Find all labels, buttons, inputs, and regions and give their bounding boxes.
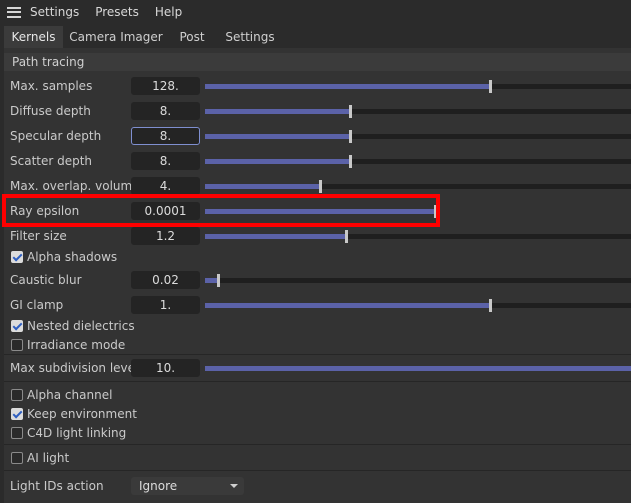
section-header-path-tracing[interactable]: Path tracing: [4, 53, 631, 71]
max-samples-input[interactable]: 128.: [131, 77, 200, 95]
filter-size-input[interactable]: 1.2: [131, 227, 200, 245]
specular-depth-slider-fill: [205, 134, 350, 139]
menu-settings[interactable]: Settings: [30, 5, 79, 19]
c4d-light-linking-checkbox[interactable]: [11, 427, 23, 439]
ai-light-checkbox[interactable]: [11, 452, 23, 464]
tab-kernels[interactable]: Kernels: [4, 26, 63, 48]
param-row-scatter-depth: Scatter depth 8.: [4, 151, 631, 172]
param-row-light-ids-action: Light IDs action Ignore: [4, 476, 631, 497]
diffuse-depth-label: Diffuse depth: [10, 104, 91, 118]
diffuse-depth-slider-fill: [205, 109, 350, 114]
scatter-depth-slider-handle[interactable]: [349, 155, 352, 168]
alpha-shadows-label[interactable]: Alpha shadows: [27, 248, 117, 267]
chevron-down-icon: [230, 484, 238, 488]
light-ids-action-dropdown[interactable]: Ignore: [131, 477, 244, 495]
max-overlap-volumes-slider-handle[interactable]: [319, 180, 322, 193]
alpha-channel-label[interactable]: Alpha channel: [27, 386, 112, 405]
divider: [4, 470, 631, 471]
filter-size-slider-handle[interactable]: [345, 230, 348, 243]
filter-size-slider[interactable]: [205, 230, 631, 243]
max-overlap-volumes-slider[interactable]: [205, 180, 631, 193]
param-row-diffuse-depth: Diffuse depth 8.: [4, 101, 631, 122]
max-overlap-volumes-label: Max. overlap. volumes: [10, 179, 146, 193]
ray-epsilon-slider-handle[interactable]: [434, 205, 437, 218]
diffuse-depth-input[interactable]: 8.: [131, 102, 200, 120]
menu-bar: Settings Presets Help: [0, 0, 631, 24]
ray-epsilon-input[interactable]: 0.0001: [131, 202, 200, 220]
kernels-panel: Path tracing Max. samples 128. Diffuse d…: [4, 48, 631, 503]
keep-environment-label[interactable]: Keep environment: [27, 405, 137, 424]
max-overlap-volumes-slider-fill: [205, 184, 320, 189]
tab-settings[interactable]: Settings: [222, 26, 278, 48]
scatter-depth-slider-fill: [205, 159, 350, 164]
tab-camera-imager[interactable]: Camera Imager: [68, 26, 164, 48]
caustic-blur-label: Caustic blur: [10, 273, 82, 287]
specular-depth-label: Specular depth: [10, 129, 102, 143]
divider: [4, 354, 631, 355]
diffuse-depth-slider-handle[interactable]: [349, 105, 352, 118]
ray-epsilon-slider[interactable]: [205, 205, 437, 218]
keep-environment-checkbox[interactable]: [11, 408, 23, 420]
param-row-specular-depth: Specular depth 8.: [4, 126, 631, 147]
diffuse-depth-slider[interactable]: [205, 105, 631, 118]
gi-clamp-label: GI clamp: [10, 298, 64, 312]
gi-clamp-slider-handle[interactable]: [489, 299, 492, 312]
max-subdivision-level-input[interactable]: 10.: [131, 359, 200, 377]
specular-depth-slider[interactable]: [205, 130, 631, 143]
caustic-blur-slider-handle[interactable]: [217, 274, 220, 287]
tab-post[interactable]: Post: [172, 26, 212, 48]
light-ids-action-label: Light IDs action: [10, 479, 104, 493]
filter-size-label: Filter size: [10, 229, 67, 243]
caustic-blur-slider[interactable]: [205, 274, 631, 287]
ray-epsilon-label: Ray epsilon: [10, 204, 80, 218]
param-row-filter-size: Filter size 1.2: [4, 226, 631, 247]
max-samples-slider-handle[interactable]: [489, 80, 492, 93]
hamburger-menu-icon[interactable]: [7, 6, 21, 18]
scatter-depth-input[interactable]: 8.: [131, 152, 200, 170]
irradiance-mode-checkbox[interactable]: [11, 339, 23, 351]
max-samples-label: Max. samples: [10, 79, 93, 93]
max-subdivision-level-label: Max subdivision level: [10, 361, 139, 375]
irradiance-mode-label[interactable]: Irradiance mode: [27, 336, 125, 355]
param-row-ray-epsilon: Ray epsilon 0.0001: [4, 201, 631, 222]
filter-size-slider-fill: [205, 234, 346, 239]
scatter-depth-label: Scatter depth: [10, 154, 93, 168]
menu-help[interactable]: Help: [155, 5, 182, 19]
max-subdivision-level-slider-fill: [205, 366, 631, 371]
light-ids-action-value: Ignore: [139, 479, 178, 493]
divider: [4, 444, 631, 445]
max-overlap-volumes-input[interactable]: 4.: [131, 177, 200, 195]
specular-depth-slider-handle[interactable]: [349, 130, 352, 143]
menu-presets[interactable]: Presets: [95, 5, 139, 19]
max-samples-slider-fill: [205, 84, 490, 89]
alpha-channel-checkbox[interactable]: [11, 389, 23, 401]
scatter-depth-slider[interactable]: [205, 155, 631, 168]
divider: [4, 381, 631, 382]
param-row-max-subdivision-level: Max subdivision level 10.: [4, 358, 631, 379]
c4d-light-linking-label[interactable]: C4D light linking: [27, 424, 126, 443]
param-row-max-samples: Max. samples 128.: [4, 76, 631, 97]
param-row-max-overlap-volumes: Max. overlap. volumes 4.: [4, 176, 631, 197]
max-subdivision-level-slider[interactable]: [205, 366, 631, 371]
param-row-caustic-blur: Caustic blur 0.02: [4, 270, 631, 291]
tab-bar: Kernels Camera Imager Post Settings: [0, 26, 631, 48]
ray-epsilon-slider-fill: [205, 209, 435, 214]
specular-depth-input[interactable]: 8.: [131, 127, 200, 145]
gi-clamp-slider[interactable]: [205, 299, 631, 312]
gi-clamp-slider-fill: [205, 303, 490, 308]
ai-light-label[interactable]: AI light: [27, 449, 69, 468]
gi-clamp-input[interactable]: 1.: [131, 296, 200, 314]
max-samples-slider[interactable]: [205, 80, 631, 93]
caustic-blur-input[interactable]: 0.02: [131, 271, 200, 289]
nested-dielectrics-label[interactable]: Nested dielectrics: [27, 317, 135, 336]
alpha-shadows-checkbox[interactable]: [11, 251, 23, 263]
param-row-gi-clamp: GI clamp 1.: [4, 295, 631, 316]
nested-dielectrics-checkbox[interactable]: [11, 320, 23, 332]
